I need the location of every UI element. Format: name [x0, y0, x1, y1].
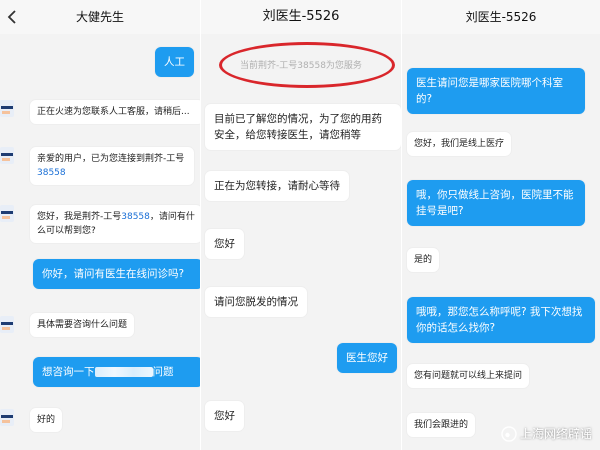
watermark: 上海网络辟谣 [501, 425, 592, 442]
received-message: 好的 [30, 408, 63, 432]
received-message: 您好，我们是线上医疗 [407, 132, 512, 156]
redacted-text [94, 367, 153, 377]
received-message: 您有问题就可以线上来提问 [407, 364, 530, 388]
weibo-logo-icon [501, 425, 517, 442]
received-message: 您好 [205, 401, 244, 431]
received-message: 请问您脱发的情况 [205, 287, 307, 317]
sent-message: 想咨询一下 问题 [33, 357, 200, 387]
chat-panel-2: 刘医生-5526 当前荆芥-工号38558为您服务 目前已了解您的情况，为了您的… [201, 0, 401, 450]
agent-avatar-icon [0, 409, 14, 426]
chat-title: 刘医生-5526 [465, 10, 537, 24]
received-message: 目前已了解您的情况，为了您的用药安全，给您转接医生，请您稍等 [205, 104, 401, 150]
received-message: 正在为您转接，请耐心等待 [205, 171, 349, 201]
received-message: 您好 [205, 229, 244, 259]
received-message: 亲爱的用户，已为您连接到荆芥-工号38558 [30, 147, 194, 185]
received-message: 您好，我是荆芥-工号38558，请问有什么可以帮到您? [30, 205, 200, 243]
chat-panel-1: 大健先生 人工 正在火速为您联系人工客服，请稍后... 亲爱的用户，已为您连接到… [0, 0, 200, 450]
sent-message: 你好，请问有医生在线问诊吗? [33, 259, 200, 289]
chat-title: 刘医生-5526 [262, 9, 340, 24]
agent-avatar-icon [0, 205, 14, 222]
chat-header: 刘医生-5526 [201, 0, 401, 34]
received-message: 具体需要咨询什么问题 [30, 313, 135, 337]
received-message: 是的 [407, 248, 440, 272]
chat-panel-3: 刘医生-5526 医生请问您是哪家医院哪个科室的? 您好，我们是线上医疗 哦，你… [402, 0, 600, 450]
agent-number: 38558 [37, 168, 66, 178]
sent-message: 医生请问您是哪家医院哪个科室的? [407, 68, 585, 114]
received-message: 我们会跟进的 [407, 413, 476, 437]
received-message: 正在火速为您联系人工客服，请稍后... [30, 100, 200, 124]
agent-avatar-icon [0, 316, 14, 333]
agent-number: 38558 [121, 212, 150, 222]
chat-header: 刘医生-5526 [402, 0, 600, 34]
sent-message: 哦，你只做线上咨询，医院里不能挂号是吧? [407, 180, 585, 226]
sent-message: 人工 [155, 47, 194, 77]
annotation-circle [219, 42, 395, 88]
chat-header: 大健先生 [0, 0, 200, 34]
sent-message: 哦哦，那您怎么称呼呢? 我下次想找你的话怎么找你? [407, 297, 595, 343]
agent-avatar-icon [0, 147, 14, 164]
agent-avatar-icon [0, 100, 14, 117]
sent-message: 医生您好 [337, 343, 397, 373]
chat-title: 大健先生 [75, 10, 124, 24]
